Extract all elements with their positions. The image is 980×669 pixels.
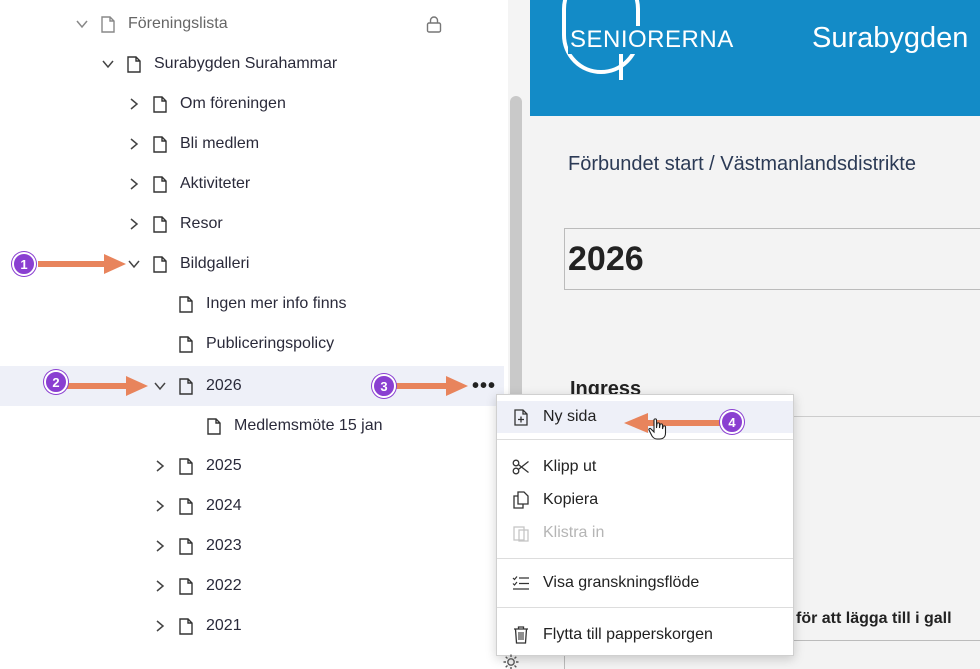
chevron-down-icon[interactable] (72, 14, 92, 34)
breadcrumb[interactable]: Förbundet start / Västmanlandsdistrikte (568, 153, 916, 176)
document-icon (150, 214, 170, 234)
document-icon (176, 334, 196, 354)
tree-item-ingen-mer-info[interactable]: Ingen mer info finns (0, 284, 504, 324)
document-icon (150, 254, 170, 274)
tree-item-label: Surabygden Surahammar (154, 55, 338, 72)
annotation-badge-4: 4 (720, 410, 744, 434)
chevron-right-icon[interactable] (124, 174, 144, 194)
document-icon (176, 376, 196, 396)
document-icon (176, 576, 196, 596)
tree-item-aktiviteter[interactable]: Aktiviteter (0, 164, 504, 204)
divider (794, 416, 980, 417)
document-icon (150, 94, 170, 114)
menu-item-klipp-ut[interactable]: Klipp ut (497, 451, 793, 483)
annotation-badge-3: 3 (372, 374, 396, 398)
chevron-down-icon[interactable] (98, 54, 118, 74)
document-icon (176, 456, 196, 476)
gear-icon[interactable] (500, 651, 522, 669)
document-icon (150, 174, 170, 194)
site-banner: SENIORERNA Surabygden (530, 0, 980, 116)
menu-separator (497, 607, 793, 608)
lock-icon (426, 4, 442, 44)
tree-item-label: 2023 (206, 537, 242, 554)
annotation-badge-2: 2 (44, 370, 68, 394)
tree-item-label: Föreningslista (128, 15, 228, 32)
page-tree-panel: Föreningslista Surabygden Surahammar Om … (0, 0, 518, 669)
tree-item-label: 2022 (206, 577, 242, 594)
chevron-down-icon[interactable] (150, 376, 170, 396)
hand-cursor-icon (648, 418, 667, 440)
tree-item-label: 2021 (206, 617, 242, 634)
page-title: 2026 (568, 240, 644, 278)
annotation-arrow-1 (38, 254, 126, 274)
menu-item-label: Flytta till papperskorgen (543, 626, 713, 643)
annotation-badge-1: 1 (12, 252, 36, 276)
tree-item-publiceringspolicy[interactable]: Publiceringspolicy (0, 324, 504, 364)
menu-item-flytta-till-papperskorgen[interactable]: Flytta till papperskorgen (497, 619, 793, 651)
tree-item-resor[interactable]: Resor (0, 204, 504, 244)
annotation-arrow-3 (392, 376, 468, 396)
more-options-button[interactable]: ••• (472, 366, 496, 406)
tree-item-label: Resor (180, 215, 223, 232)
chevron-right-icon[interactable] (124, 134, 144, 154)
document-icon (176, 496, 196, 516)
tree-item-label: 2026 (206, 377, 242, 394)
chevron-right-icon[interactable] (150, 616, 170, 636)
tree-item-2022[interactable]: 2022 (0, 566, 504, 606)
menu-item-kopiera[interactable]: Kopiera (497, 484, 793, 516)
tree-item-label: Ingen mer info finns (206, 295, 347, 312)
tree-item-label: Bildgalleri (180, 255, 250, 272)
tree-item-surabygden[interactable]: Surabygden Surahammar (0, 44, 504, 84)
chevron-right-icon[interactable] (124, 94, 144, 114)
tree-item-2025[interactable]: 2025 (0, 446, 504, 486)
site-name: Surabygden (812, 22, 969, 54)
menu-separator (497, 558, 793, 559)
tree-item-medlemsmote[interactable]: Medlemsmöte 15 jan (0, 406, 504, 446)
document-icon (150, 134, 170, 154)
copy-icon (511, 490, 531, 510)
chevron-right-icon[interactable] (150, 456, 170, 476)
new-page-icon (511, 407, 531, 427)
chevron-right-icon[interactable] (150, 496, 170, 516)
menu-item-label: Visa granskningsflöde (543, 574, 700, 591)
tree-item-2024[interactable]: 2024 (0, 486, 504, 526)
menu-separator (497, 439, 793, 440)
tree-item-label: Om föreningen (180, 95, 286, 112)
tree-item-2021[interactable]: 2021 (0, 606, 504, 646)
tree-item-bli-medlem[interactable]: Bli medlem (0, 124, 504, 164)
document-icon (204, 416, 224, 436)
trash-icon (511, 625, 531, 645)
document-icon (98, 14, 118, 34)
tree-item-label: Publiceringspolicy (206, 335, 335, 352)
gallery-instruction-text: för att lägga till i gall (796, 610, 952, 627)
logo-text: SENIORERNA (568, 26, 736, 54)
tree-item-label: Medlemsmöte 15 jan (234, 417, 383, 434)
paste-icon (511, 523, 531, 543)
tree-item-label: 2025 (206, 457, 242, 474)
tree-item-2023[interactable]: 2023 (0, 526, 504, 566)
tree-item-foreningslista[interactable]: Föreningslista (0, 4, 504, 44)
menu-item-label: Ny sida (543, 408, 597, 425)
logo-stem (619, 50, 623, 80)
menu-item-visa-granskningsflode[interactable]: Visa granskningsflöde (497, 567, 793, 599)
tree-item-label: Aktiviteter (180, 175, 251, 192)
tree-item-label: 2024 (206, 497, 242, 514)
document-icon (124, 54, 144, 74)
menu-item-label: Klipp ut (543, 458, 597, 475)
tree-item-om-foreningen[interactable]: Om föreningen (0, 84, 504, 124)
document-icon (176, 616, 196, 636)
menu-item-label: Kopiera (543, 491, 599, 508)
chevron-right-icon[interactable] (150, 536, 170, 556)
menu-item-label: Klistra in (543, 524, 605, 541)
chevron-right-icon[interactable] (150, 576, 170, 596)
chevron-right-icon[interactable] (124, 214, 144, 234)
tree-item-label: Bli medlem (180, 135, 260, 152)
menu-item-klistra-in: Klistra in (497, 517, 793, 549)
annotation-arrow-2 (64, 376, 148, 396)
document-icon (176, 294, 196, 314)
annotation-arrow-4 (624, 413, 730, 433)
checklist-icon (511, 573, 531, 593)
scissors-icon (511, 457, 531, 477)
document-icon (176, 536, 196, 556)
